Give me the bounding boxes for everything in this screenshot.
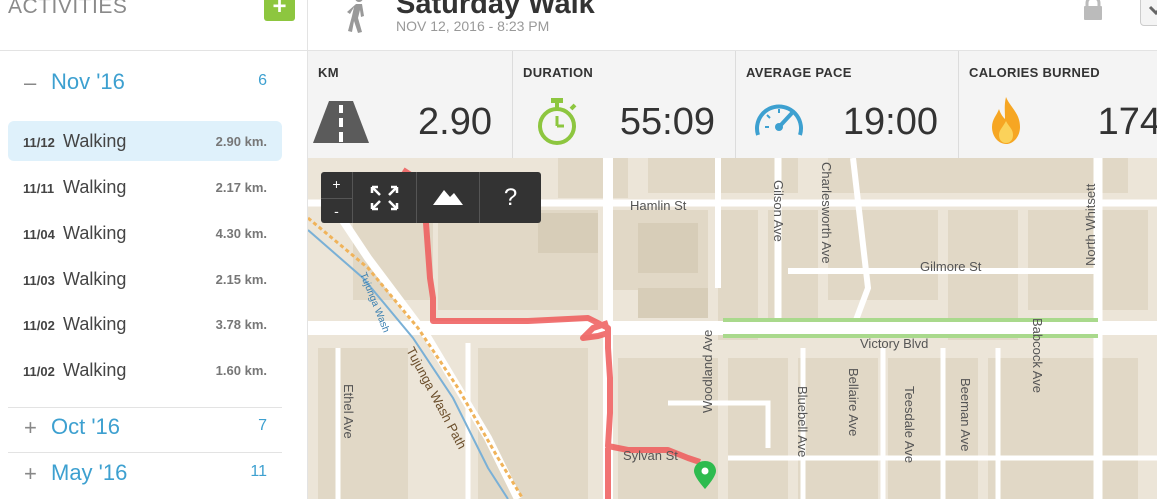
stat-label: KM xyxy=(318,65,339,80)
street-label: Woodland Ave xyxy=(700,330,715,413)
stat-duration: DURATION 55:09 xyxy=(513,51,736,158)
street-label: Gilmore St xyxy=(920,259,982,274)
activity-date: 11/02 xyxy=(23,318,55,333)
stat-calories: CALORIES BURNED 174 xyxy=(959,51,1157,158)
month-label: Oct '16 xyxy=(51,414,121,439)
activity-item[interactable]: 11/02 Walking 1.60 km. xyxy=(8,350,282,390)
expand-arrows-icon xyxy=(370,185,399,211)
help-button[interactable]: ? xyxy=(480,172,541,223)
street-label: Victory Blvd xyxy=(860,336,928,351)
activity-distance: 2.17 km. xyxy=(215,180,267,195)
activity-distance: 1.60 km. xyxy=(215,363,267,378)
street-label: Charlesworth Ave xyxy=(819,162,834,264)
street-label: Ethel Ave xyxy=(341,384,356,439)
expand-icon: + xyxy=(24,461,37,486)
activities-sidebar: ACTIVITIES + – Nov '16 6 11/12 Walking 2… xyxy=(0,0,308,499)
mountain-icon xyxy=(433,190,463,205)
activity-type: Walking xyxy=(63,223,127,243)
street-label: Beeman Ave xyxy=(958,378,973,451)
activity-item[interactable]: 11/04 Walking 4.30 km. xyxy=(8,213,282,253)
activity-date: 11/04 xyxy=(23,227,55,242)
stat-label: AVERAGE PACE xyxy=(746,65,852,80)
street-label: Babcock Ave xyxy=(1030,318,1045,393)
activity-item[interactable]: 11/12 Walking 2.90 km. xyxy=(8,121,282,161)
activity-distance: 2.90 km. xyxy=(215,134,267,149)
activity-datetime: NOV 12, 2016 - 8:23 PM xyxy=(396,18,550,34)
map-controls: + - ? xyxy=(321,172,541,223)
sidebar-title: ACTIVITIES xyxy=(8,0,128,18)
month-count: 6 xyxy=(258,72,267,89)
activity-item[interactable]: 11/03 Walking 2.15 km. xyxy=(8,259,282,299)
activity-item[interactable]: 11/02 Walking 3.78 km. xyxy=(8,304,282,344)
activity-date: 11/12 xyxy=(23,135,55,150)
street-label: North Whitsett xyxy=(1083,183,1098,266)
stopwatch-icon xyxy=(538,98,577,145)
walking-person-icon xyxy=(347,0,364,33)
stat-value: 55:09 xyxy=(619,101,715,143)
speedometer-icon xyxy=(755,104,803,136)
chevron-down-icon xyxy=(1148,5,1157,16)
stats-bar: KM 2.90 DURATION 55:09 AVERAGE PACE 19:0… xyxy=(308,51,1157,159)
stat-average-pace: AVERAGE PACE 19:00 xyxy=(736,51,959,158)
activity-item[interactable]: 11/11 Walking 2.17 km. xyxy=(8,167,282,207)
month-label: Nov '16 xyxy=(51,69,125,94)
flame-icon xyxy=(992,97,1020,144)
street-label: Bellaire Ave xyxy=(846,368,861,436)
stat-distance: KM 2.90 xyxy=(308,51,513,158)
stat-value: 19:00 xyxy=(842,101,938,143)
collapse-icon: – xyxy=(24,70,37,95)
street-label: Bluebell Ave xyxy=(795,386,810,457)
lock-icon[interactable] xyxy=(1081,0,1105,20)
activity-header: Saturday Walk NOV 12, 2016 - 8:23 PM xyxy=(308,0,1157,51)
month-count: 7 xyxy=(258,417,267,434)
month-count: 11 xyxy=(250,463,267,480)
zoom-in-button[interactable]: + xyxy=(321,172,352,197)
activity-type: Walking xyxy=(63,177,127,197)
options-dropdown-button[interactable] xyxy=(1140,0,1157,26)
zoom-out-button[interactable]: - xyxy=(321,198,352,224)
street-label: Teesdale Ave xyxy=(902,386,917,463)
terrain-button[interactable] xyxy=(417,172,479,223)
month-group-may-16[interactable]: + May '16 11 xyxy=(8,452,282,496)
activity-distance: 3.78 km. xyxy=(215,317,267,332)
stat-label: CALORIES BURNED xyxy=(969,65,1100,80)
activity-type: Walking xyxy=(63,131,127,151)
stat-value: 2.90 xyxy=(418,101,492,143)
fullscreen-button[interactable] xyxy=(353,172,416,223)
activity-date: 11/02 xyxy=(23,364,55,379)
activity-type: Walking xyxy=(63,314,127,334)
road-icon xyxy=(313,101,369,143)
activity-distance: 4.30 km. xyxy=(215,226,267,241)
street-label: Gilson Ave xyxy=(771,180,786,242)
add-activity-button[interactable]: + xyxy=(264,0,295,21)
month-group-oct-16[interactable]: + Oct '16 7 xyxy=(8,406,282,450)
activity-type: Walking xyxy=(63,269,127,289)
route-map[interactable]: Hamlin St Gilmore St Victory Blvd Sylvan… xyxy=(308,158,1157,499)
activity-date: 11/03 xyxy=(23,273,55,288)
month-group-nov-16[interactable]: – Nov '16 6 xyxy=(8,61,282,105)
stat-value: 174 xyxy=(1097,101,1157,143)
street-label: Sylvan St xyxy=(623,448,678,463)
stat-label: DURATION xyxy=(523,65,594,80)
activity-distance: 2.15 km. xyxy=(215,272,267,287)
month-label: May '16 xyxy=(51,460,128,485)
activity-type: Walking xyxy=(63,360,127,380)
activity-date: 11/11 xyxy=(23,181,55,196)
street-label: Hamlin St xyxy=(630,198,687,213)
sidebar-header: ACTIVITIES + xyxy=(0,0,307,51)
expand-icon: + xyxy=(24,415,37,440)
